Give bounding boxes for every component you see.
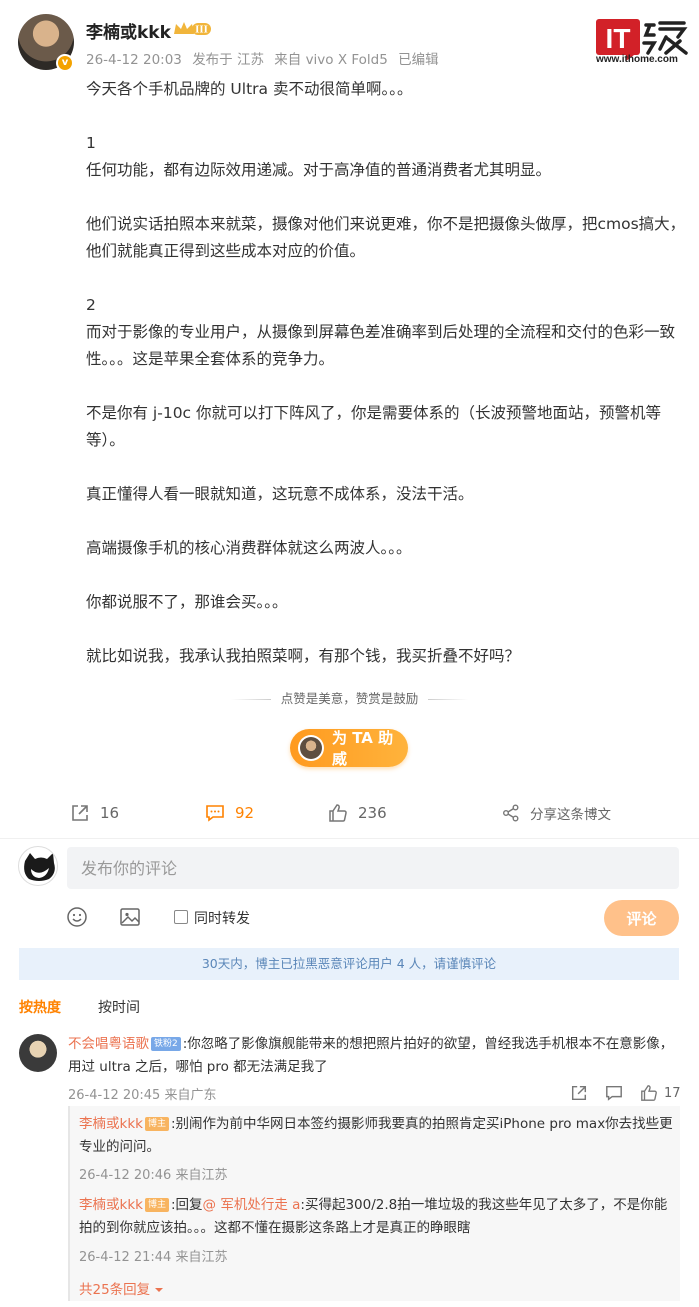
comment-like-button[interactable]: 17 — [640, 1084, 681, 1102]
divider-left — [230, 699, 271, 700]
more-replies-text: 共25条回复 — [79, 1282, 151, 1298]
author-badge: 博主 — [144, 1117, 169, 1131]
verified-badge: v — [56, 54, 74, 72]
post-paragraph: 1 — [86, 134, 96, 152]
reply-mention[interactable]: @ 军机处行走 a — [203, 1197, 301, 1213]
post-paragraph: 今天各个手机品牌的 Ultra 卖不动很简单啊。。。 — [86, 80, 413, 98]
repost-checkbox[interactable] — [174, 910, 188, 924]
post-paragraph — [86, 454, 686, 481]
post-paragraph: 2 — [86, 296, 96, 314]
comment-icon — [206, 805, 224, 822]
support-button[interactable]: 为 TA 助威 — [290, 729, 408, 768]
ithome-logo-letters: IT — [606, 23, 631, 54]
post-paragraph: 不是你有 j-10c 你就可以打下阵风了，你是需要体系的（长波预警地面站，预警机… — [86, 404, 662, 449]
cat-icon — [24, 853, 55, 881]
comment-meta: 26-4-12 20:45 来自广东 — [68, 1084, 217, 1103]
my-avatar[interactable] — [18, 846, 58, 886]
repost-icon — [72, 805, 88, 821]
comment-location: 来自广东 — [164, 1088, 217, 1103]
like-count: 236 — [358, 804, 387, 822]
post-meta: 26-4-12 20:03 发布于 江苏 来自 vivo X Fold5 已编辑 — [86, 48, 445, 68]
divider-right — [428, 699, 469, 700]
caret-down-icon — [155, 1288, 164, 1292]
comment-like-icon — [641, 1085, 657, 1101]
post-paragraph — [86, 265, 686, 292]
reply-2-meta: 26-4-12 21:44 来自江苏 — [79, 1246, 228, 1265]
reply-date: 26-4-12 21:44 — [79, 1250, 172, 1265]
thumbs-up-icon — [329, 804, 347, 822]
post-paragraph: 真正懂得人看一眼就知道，这玩意不成体系，没法干活。 — [86, 485, 474, 503]
comment-repost-icon[interactable] — [570, 1084, 588, 1102]
post-paragraph: 他们说实话拍照本来就菜，摄像对他们来说更难，你不是把摄像头做厚，把cmos搞大，… — [86, 215, 686, 260]
reply-prefix: :回复 — [170, 1197, 203, 1213]
ithome-url: www.ithome.com — [596, 54, 678, 65]
reply-1-meta: 26-4-12 20:46 来自江苏 — [79, 1164, 228, 1183]
reply-thread-bar — [68, 1106, 70, 1301]
separator — [0, 838, 699, 839]
reply-date: 26-4-12 20:46 — [79, 1168, 172, 1183]
post-date[interactable]: 26-4-12 20:03 — [86, 52, 182, 68]
reply-location: 来自江苏 — [175, 1250, 228, 1265]
sort-by-time-tab[interactable]: 按时间 — [98, 997, 140, 1017]
comment-input[interactable] — [67, 847, 679, 889]
reply-location: 来自江苏 — [175, 1168, 228, 1183]
post-paragraph: 而对于影像的专业用户，从摄像到屏幕色差准确率到后处理的全流程和交付的色彩一致性。… — [86, 323, 676, 368]
post-paragraph — [86, 562, 686, 589]
share-icon — [503, 804, 519, 822]
support-avatar — [298, 735, 324, 761]
block-notice: 30天内，博主已拉黑恶意评论用户 4 人，请谨慎评论 — [19, 948, 679, 980]
post-paragraph — [86, 616, 686, 643]
post-paragraph: 就比如说我，我承认我拍照菜啊，有那个钱，我买折叠不好吗？ — [86, 647, 521, 665]
author-name[interactable]: 李楠或kkk — [86, 18, 171, 43]
post-paragraph — [86, 184, 686, 211]
share-label: 分享这条博文 — [530, 807, 611, 823]
repost-label[interactable]: 同时转发 — [194, 908, 250, 928]
repost-button[interactable]: 16 — [70, 800, 119, 826]
reply-2: 李楠或kkk 博主:回复@ 军机处行走 a:买得起300/2.8拍一堆垃圾的我这些… — [79, 1194, 679, 1240]
comment-like-count: 17 — [664, 1085, 681, 1101]
emoji-icon[interactable] — [66, 906, 88, 928]
commenter-name[interactable]: 不会唱粤语歌 — [68, 1036, 149, 1052]
author-badge: 博主 — [144, 1198, 169, 1212]
vip-level-text: III — [195, 26, 208, 36]
post-paragraph — [86, 103, 686, 130]
post-paragraph: 高端摄像手机的核心消费群体就这么两波人。。。 — [86, 539, 412, 557]
image-icon[interactable] — [119, 906, 141, 928]
comment-button[interactable]: 92 — [205, 800, 254, 826]
post-paragraph — [86, 508, 686, 535]
post-edited[interactable]: 已编辑 — [398, 52, 439, 68]
reply-author[interactable]: 李楠或kkk — [79, 1116, 143, 1132]
like-note-text: 点赞是美意，赞赏是鼓励 — [280, 691, 419, 706]
comment-date: 26-4-12 20:45 — [68, 1088, 161, 1103]
more-replies-link[interactable]: 共25条回复 — [79, 1278, 164, 1298]
post-paragraph — [86, 373, 686, 400]
like-button[interactable]: 236 — [328, 800, 387, 826]
post-paragraph: 任何功能，都有边际效用递减。对于高净值的普通消费者尤其明显。 — [86, 161, 552, 179]
post-location: 发布于 江苏 — [192, 52, 264, 68]
commenter-avatar[interactable] — [19, 1034, 57, 1072]
comment-count: 92 — [235, 804, 255, 822]
support-label: 为 TA 助威 — [331, 729, 394, 768]
fan-badge[interactable]: 铁粉2 — [151, 1037, 181, 1051]
reply-author[interactable]: 李楠或kkk — [79, 1197, 143, 1213]
post-source: 来自 vivo X Fold5 — [274, 52, 388, 68]
post-paragraph: 你都说服不了，那谁会买。。。 — [86, 593, 288, 611]
share-button[interactable]: 分享这条博文 — [502, 800, 611, 826]
comment-reply-icon[interactable] — [605, 1084, 623, 1102]
vip-crown-icon[interactable]: III — [172, 20, 212, 38]
repost-count: 16 — [100, 804, 120, 822]
post-body: 今天各个手机品牌的 Ultra 卖不动很简单啊。。。 1 任何功能，都有边际效用递减… — [86, 76, 686, 670]
like-note: 点赞是美意，赞赏是鼓励 — [0, 688, 699, 707]
submit-comment-button[interactable]: 评论 — [604, 900, 679, 936]
sort-by-hot-tab[interactable]: 按热度 — [19, 997, 61, 1017]
reply-1: 李楠或kkk 博主:别闹作为前中华网日本签约摄影师我要真的拍照肯定买iPhone … — [79, 1113, 679, 1159]
comment-text: 不会唱粤语歌 铁粉2:你忽略了影像旗舰能带来的想把照片拍好的欲望，曾经我选手机根本… — [68, 1033, 680, 1079]
